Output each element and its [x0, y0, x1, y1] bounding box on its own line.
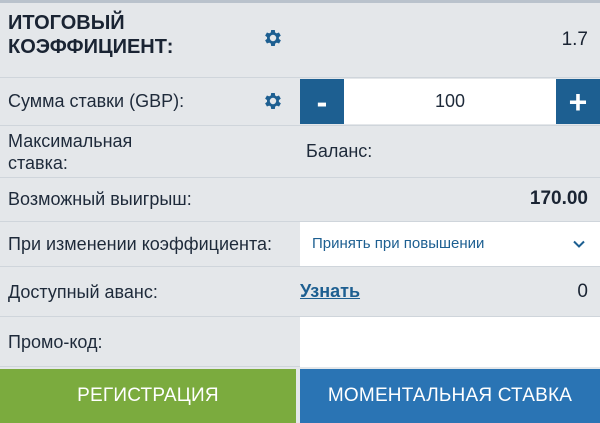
possible-win-value: 170.00 [529, 188, 588, 209]
total-odds-label-line2: КОЭФФИЦИЕНТ: [8, 36, 174, 58]
odds-change-select[interactable]: Принять при повышении [300, 222, 600, 266]
max-stake-row: Максимальная ставка: Баланс: [0, 126, 600, 178]
max-stake-label: Максимальная ставка: [8, 130, 208, 174]
stake-stepper: - + [300, 79, 600, 124]
odds-change-row: При изменении коэффициента: Принять при … [0, 222, 600, 267]
advance-label: Доступный аванс: [8, 282, 158, 302]
possible-win-row: Возможный выигрыш: 170.00 [0, 178, 600, 222]
possible-win-label: Возможный выигрыш: [8, 189, 192, 209]
decrease-stake-button[interactable]: - [300, 79, 344, 124]
promo-code-input[interactable] [300, 317, 600, 367]
action-buttons: РЕГИСТРАЦИЯ МОМЕНТАЛЬНАЯ СТАВКА [0, 369, 600, 423]
gear-icon[interactable] [262, 90, 284, 112]
stake-row: Сумма ставки (GBP): - + [0, 78, 600, 126]
total-odds-row: ИТОГОВЫЙ КОЭФФИЦИЕНТ: 1.7 [0, 3, 600, 78]
total-odds-label: ИТОГОВЫЙ КОЭФФИЦИЕНТ: [8, 11, 173, 59]
advance-value: 0 [577, 281, 588, 302]
promo-row: Промо-код: [0, 317, 600, 367]
learn-more-link[interactable]: Узнать [300, 281, 360, 302]
promo-label: Промо-код: [8, 332, 103, 352]
odds-change-label: При изменении коэффициента: [8, 234, 273, 254]
increase-stake-button[interactable]: + [556, 79, 600, 124]
instant-bet-button[interactable]: МОМЕНТАЛЬНАЯ СТАВКА [300, 369, 600, 423]
bet-slip-panel: ИТОГОВЫЙ КОЭФФИЦИЕНТ: 1.7 Сумма ставки (… [0, 0, 600, 423]
gear-icon[interactable] [262, 27, 284, 49]
total-odds-label-line1: ИТОГОВЫЙ [8, 12, 125, 34]
stake-input[interactable] [344, 79, 556, 124]
total-odds-value: 1.7 [561, 29, 588, 50]
register-button[interactable]: РЕГИСТРАЦИЯ [0, 369, 296, 423]
max-stake-label-line2: ставка: [8, 153, 68, 173]
advance-row: Доступный аванс: Узнать 0 [0, 267, 600, 317]
balance-label: Баланс: [306, 141, 373, 161]
stake-label: Сумма ставки (GBP): [8, 91, 185, 111]
max-stake-label-line1: Максимальная [8, 131, 133, 151]
chevron-down-icon [572, 237, 586, 251]
odds-change-selected-value: Принять при повышении [312, 235, 485, 252]
